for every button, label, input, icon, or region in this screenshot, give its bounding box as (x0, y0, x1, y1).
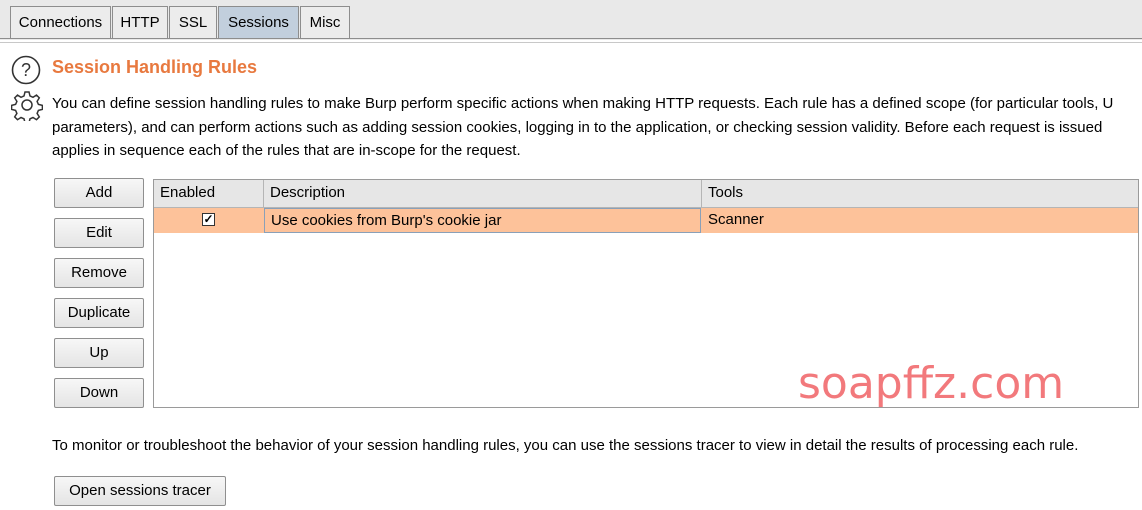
up-button[interactable]: Up (54, 338, 144, 368)
description-line: parameters), and can perform actions suc… (52, 118, 1103, 136)
watermark: soapffz.com (798, 358, 1065, 409)
enabled-cell[interactable]: ✓ (154, 208, 264, 233)
column-header-tools[interactable]: Tools (702, 180, 1138, 207)
column-header-description[interactable]: Description (264, 180, 702, 207)
help-icon[interactable]: ? (11, 55, 41, 85)
tab-connections[interactable]: Connections (10, 6, 111, 38)
remove-button[interactable]: Remove (54, 258, 144, 288)
column-header-enabled[interactable]: Enabled (154, 180, 264, 207)
tab-misc[interactable]: Misc (300, 6, 350, 38)
tab-divider (0, 38, 1142, 39)
section-title: Session Handling Rules (52, 57, 258, 77)
tab-ssl[interactable]: SSL (169, 6, 217, 38)
gear-icon[interactable] (11, 89, 43, 121)
description-cell[interactable]: Use cookies from Burp's cookie jar (264, 208, 701, 233)
table-header: Enabled Description Tools (154, 180, 1138, 208)
edit-button[interactable]: Edit (54, 218, 144, 248)
open-sessions-tracer-button[interactable]: Open sessions tracer (54, 476, 226, 506)
tab-sessions[interactable]: Sessions (218, 6, 299, 38)
svg-text:?: ? (21, 60, 31, 80)
enabled-checkbox[interactable]: ✓ (202, 213, 215, 226)
section-description: You can define session handling rules to… (52, 92, 1142, 163)
add-button[interactable]: Add (54, 178, 144, 208)
table-row[interactable]: ✓ Use cookies from Burp's cookie jar Sca… (154, 208, 1138, 233)
tab-http[interactable]: HTTP (112, 6, 168, 38)
tools-cell[interactable]: Scanner (702, 208, 1138, 233)
tracer-description: To monitor or troubleshoot the behavior … (52, 437, 1079, 454)
description-line: applies in sequence each of the rules th… (52, 142, 521, 159)
duplicate-button[interactable]: Duplicate (54, 298, 144, 328)
description-line: You can define session handling rules to… (52, 95, 1114, 112)
tab-bar: Connections HTTP SSL Sessions Misc (0, 0, 1142, 40)
down-button[interactable]: Down (54, 378, 144, 408)
